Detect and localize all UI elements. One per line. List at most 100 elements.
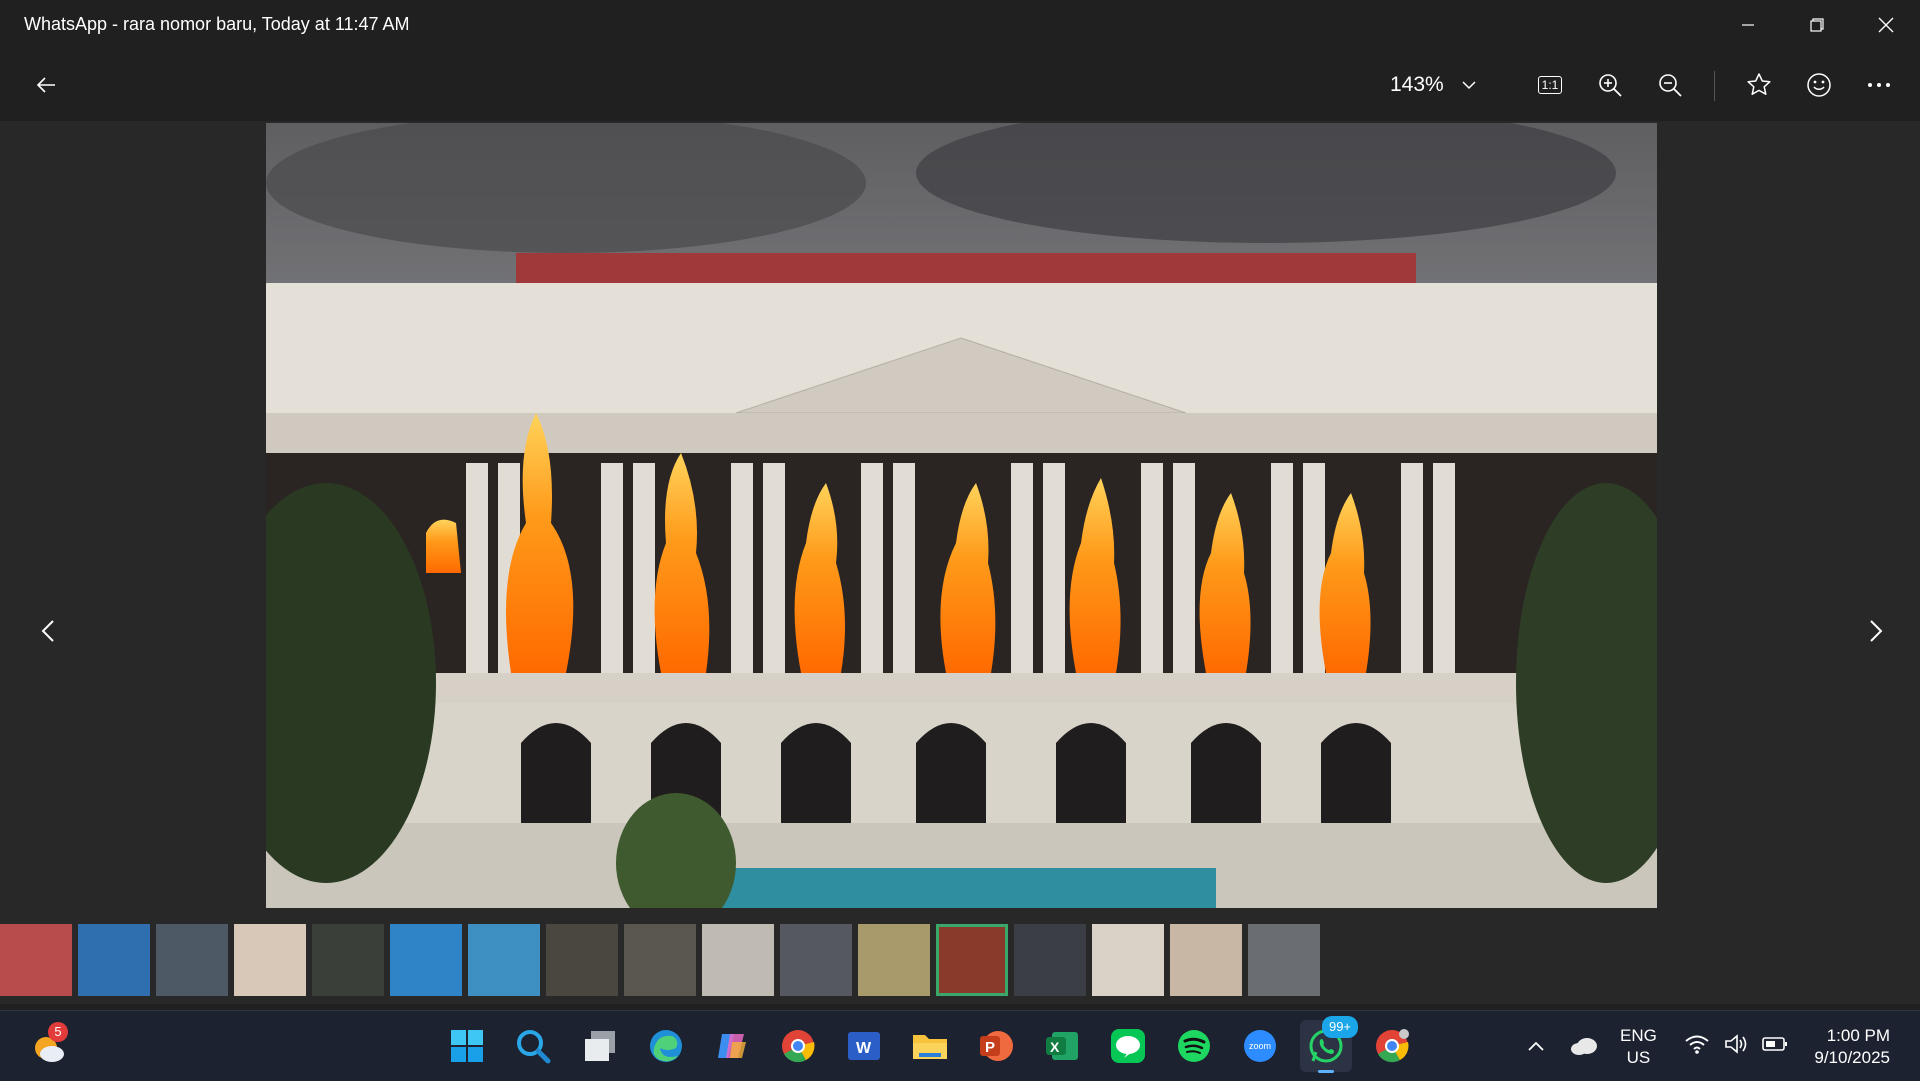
cloud-icon xyxy=(1571,1038,1597,1055)
star-icon xyxy=(1747,73,1771,95)
battery-icon xyxy=(1762,1037,1787,1051)
copilot-icon xyxy=(718,1034,746,1058)
line-chat-icon xyxy=(1111,1029,1145,1063)
toolbar-divider xyxy=(1714,71,1715,101)
zoom-in-button[interactable] xyxy=(1586,61,1634,109)
filmstrip-thumbnail[interactable] xyxy=(1248,924,1320,996)
close-icon xyxy=(1878,17,1893,32)
actual-size-button[interactable]: 1:1 xyxy=(1526,61,1574,109)
chrome-button[interactable] xyxy=(772,1020,824,1072)
word-letter: W xyxy=(856,1040,872,1057)
filmstrip-thumbnail[interactable] xyxy=(78,924,150,996)
window-controls xyxy=(1713,0,1920,49)
chevron-right-icon xyxy=(1870,620,1883,642)
weather-widget[interactable]: 5 xyxy=(24,1020,76,1072)
clock[interactable]: 1:00 PM 9/10/2025 xyxy=(1814,1025,1890,1069)
filmstrip-thumbnail[interactable] xyxy=(468,924,540,996)
filmstrip-thumbnail[interactable] xyxy=(156,924,228,996)
language-line1: ENG xyxy=(1620,1026,1657,1045)
zoom-icon: zoom xyxy=(1244,1030,1276,1062)
chrome-profile-button[interactable] xyxy=(1366,1020,1418,1072)
whatsapp-button[interactable]: 99+ xyxy=(1300,1016,1358,1073)
filmstrip-thumbnail[interactable] xyxy=(0,924,72,996)
filmstrip-thumbnail[interactable] xyxy=(1014,924,1086,996)
taskbar: 5 W P X zoom 99+ ENG US 1:00 PM 9/10/202… xyxy=(0,1010,1920,1081)
filmstrip-thumbnail[interactable] xyxy=(1170,924,1242,996)
minimize-icon xyxy=(1741,23,1754,26)
restore-button[interactable] xyxy=(1782,0,1851,49)
window-title: WhatsApp - rara nomor baru, Today at 11:… xyxy=(24,14,410,34)
powerpoint-button[interactable]: P xyxy=(970,1020,1022,1072)
title-bar: WhatsApp - rara nomor baru, Today at 11:… xyxy=(0,0,1920,49)
powerpoint-letter: P xyxy=(985,1039,995,1056)
excel-button[interactable]: X xyxy=(1036,1020,1088,1072)
viewer-toolbar: 143% 1:1 xyxy=(0,49,1920,121)
main-photo xyxy=(266,123,1657,908)
filmstrip-thumbnail[interactable] xyxy=(234,924,306,996)
start-button[interactable] xyxy=(441,1020,493,1072)
more-options-button[interactable] xyxy=(1855,61,1903,109)
spotify-icon xyxy=(1178,1030,1210,1062)
active-indicator xyxy=(1318,1070,1334,1073)
filmstrip xyxy=(0,914,1920,1004)
excel-letter: X xyxy=(1050,1039,1060,1055)
filmstrip-thumbnail[interactable] xyxy=(312,924,384,996)
zoom-dropdown[interactable]: 143% xyxy=(1390,61,1476,109)
filmstrip-thumbnail[interactable] xyxy=(780,924,852,996)
task-view-icon xyxy=(585,1031,615,1061)
powerpoint-icon: P xyxy=(980,1031,1013,1061)
search-icon xyxy=(517,1030,551,1064)
burning-building-photo xyxy=(266,123,1657,908)
previous-image-button[interactable] xyxy=(28,601,68,661)
line-button[interactable] xyxy=(1102,1020,1154,1072)
folder-icon xyxy=(913,1035,947,1059)
copilot-button[interactable] xyxy=(706,1020,758,1072)
back-button[interactable] xyxy=(22,61,70,109)
filmstrip-thumbnail[interactable] xyxy=(858,924,930,996)
actual-size-icon: 1:1 xyxy=(1537,76,1563,94)
windows-icon xyxy=(451,1030,483,1062)
chevron-down-icon xyxy=(1462,81,1476,90)
filmstrip-thumbnail[interactable] xyxy=(546,924,618,996)
filmstrip-thumbnail[interactable] xyxy=(624,924,696,996)
chevron-up-icon xyxy=(1528,1041,1544,1051)
filmstrip-thumbnail[interactable] xyxy=(702,924,774,996)
word-button[interactable]: W xyxy=(838,1020,890,1072)
chrome-icon xyxy=(782,1030,815,1063)
whatsapp-badge: 99+ xyxy=(1322,1016,1358,1038)
zoom-in-icon xyxy=(1599,74,1622,97)
file-explorer-button[interactable] xyxy=(904,1020,956,1072)
volume-icon xyxy=(1725,1034,1747,1054)
zoom-level: 143% xyxy=(1390,73,1444,96)
minimize-button[interactable] xyxy=(1713,0,1782,49)
back-arrow-icon xyxy=(36,77,55,93)
clock-date: 9/10/2025 xyxy=(1814,1048,1890,1067)
zoom-out-button[interactable] xyxy=(1646,61,1694,109)
word-icon: W xyxy=(848,1032,880,1060)
clock-time: 1:00 PM xyxy=(1826,1026,1890,1045)
next-image-button[interactable] xyxy=(1856,601,1896,661)
onedrive-button[interactable] xyxy=(1558,1020,1610,1072)
edge-icon xyxy=(650,1030,682,1062)
wifi-icon xyxy=(1685,1035,1709,1054)
close-button[interactable] xyxy=(1851,0,1920,49)
show-hidden-icons-button[interactable] xyxy=(1510,1020,1562,1072)
zoom-out-icon xyxy=(1659,74,1682,97)
filmstrip-thumbnail[interactable] xyxy=(1092,924,1164,996)
favorite-button[interactable] xyxy=(1735,61,1783,109)
react-button[interactable] xyxy=(1795,61,1843,109)
edge-button[interactable] xyxy=(640,1020,692,1072)
search-button[interactable] xyxy=(507,1020,559,1072)
smiley-icon xyxy=(1807,73,1831,97)
zoom-button[interactable]: zoom xyxy=(1234,1020,1286,1072)
zoom-label: zoom xyxy=(1249,1041,1271,1051)
chrome-icon xyxy=(1376,1029,1409,1063)
weather-badge: 5 xyxy=(48,1022,68,1042)
spotify-button[interactable] xyxy=(1168,1020,1220,1072)
filmstrip-thumbnail[interactable] xyxy=(390,924,462,996)
chevron-left-icon xyxy=(41,620,54,642)
system-tray-status[interactable] xyxy=(1684,1033,1788,1055)
language-indicator[interactable]: ENG US xyxy=(1620,1025,1657,1069)
filmstrip-thumbnail-selected[interactable] xyxy=(936,924,1008,996)
task-view-button[interactable] xyxy=(574,1020,626,1072)
